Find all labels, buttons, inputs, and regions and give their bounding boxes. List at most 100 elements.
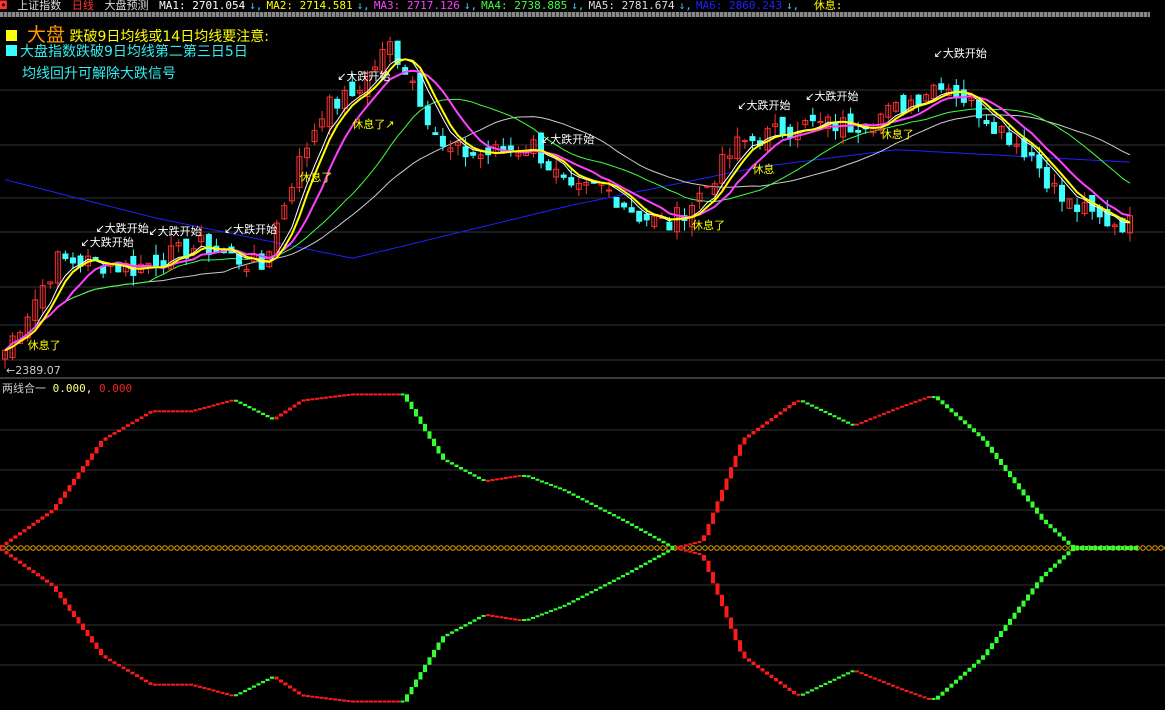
upper-line-segment — [517, 474, 522, 477]
upper-line-segment — [423, 423, 427, 432]
lower-line-segment — [1134, 546, 1138, 548]
lower-line-segment — [1111, 546, 1116, 548]
lower-line-segment — [45, 579, 49, 583]
lower-line-segment — [13, 557, 18, 561]
upper-line-segment — [351, 393, 355, 396]
upper-line-segment — [36, 519, 40, 523]
upper-line-segment — [297, 401, 301, 405]
zero-line-marker — [852, 545, 858, 551]
upper-line-segment — [589, 502, 594, 505]
zero-line-marker — [1050, 545, 1056, 551]
lower-line-segment — [661, 552, 666, 556]
lower-line-segment — [612, 579, 616, 582]
lower-line-segment — [958, 675, 963, 680]
zero-line-marker — [918, 545, 924, 551]
lower-line-segment — [891, 684, 895, 687]
zero-line-marker — [870, 545, 876, 551]
lower-line-segment — [1066, 551, 1071, 556]
lower-line-segment — [931, 697, 936, 700]
drop-start-annotation: ↙大跌开始 — [933, 47, 987, 61]
drop-start-annotation: ↙大跌开始 — [223, 222, 278, 236]
upper-line-segment — [238, 401, 243, 404]
lower-line-segment — [9, 554, 13, 558]
lower-line-segment — [373, 700, 378, 703]
upper-line-segment — [882, 412, 886, 415]
upper-line-segment — [747, 434, 751, 438]
upper-line-segment — [67, 485, 72, 492]
zero-line-marker — [210, 545, 216, 551]
upper-line-segment — [796, 400, 801, 403]
zero-line-marker — [18, 545, 24, 551]
upper-line-segment — [927, 396, 931, 399]
upper-line-segment — [76, 472, 81, 479]
rest-annotation: 休息了 — [299, 170, 333, 184]
zero-line-marker — [642, 545, 648, 551]
lower-line-segment — [706, 560, 711, 573]
upper-line-segment — [1075, 548, 1080, 550]
lower-line-segment — [495, 615, 499, 618]
zero-line-marker — [336, 545, 342, 551]
lower-line-segment — [864, 673, 868, 676]
lower-line-segment — [31, 570, 36, 574]
upper-line-segment — [4, 541, 9, 545]
lower-line-segment — [1003, 624, 1008, 631]
upper-line-segment — [661, 540, 666, 544]
upper-line-segment — [994, 452, 999, 459]
period-label[interactable]: 日线 — [72, 0, 94, 12]
lower-line-segment — [481, 614, 486, 617]
zero-line-marker — [420, 545, 426, 551]
zero-line-marker — [690, 545, 696, 551]
upper-line-segment — [463, 469, 468, 472]
lower-line-segment — [576, 597, 580, 601]
upper-line-segment — [0, 544, 4, 547]
upper-line-segment — [670, 545, 675, 548]
lower-line-segment — [166, 683, 171, 686]
upper-line-segment — [225, 400, 229, 403]
upper-line-segment — [58, 497, 63, 505]
upper-line-segment — [54, 504, 58, 511]
rest-annotation: 休息 — [752, 162, 775, 176]
upper-line-segment — [301, 399, 306, 402]
lower-line-segment — [234, 694, 238, 697]
lower-line-segment — [193, 684, 198, 687]
upper-line-segment — [832, 415, 837, 418]
lower-line-segment — [522, 619, 526, 622]
lower-line-segment — [711, 572, 715, 584]
upper-line-segment — [616, 516, 621, 519]
zero-line-marker — [546, 545, 552, 551]
zero-line-marker — [432, 545, 438, 551]
upper-line-segment — [544, 482, 549, 485]
zero-line-marker — [222, 545, 228, 551]
zero-line-marker — [636, 545, 642, 551]
zero-line-marker — [270, 545, 276, 551]
lower-line-segment — [409, 686, 414, 695]
zero-line-marker — [900, 545, 906, 551]
lower-line-segment — [517, 619, 522, 622]
zero-line-marker — [528, 545, 534, 551]
lower-line-segment — [369, 700, 373, 703]
lower-line-segment — [414, 679, 418, 687]
zero-line-marker — [282, 545, 288, 551]
lower-line-segment — [801, 693, 805, 696]
upper-line-segment — [121, 426, 126, 430]
upper-line-segment — [1098, 548, 1102, 550]
upper-line-segment — [837, 417, 841, 420]
lower-line-segment — [526, 618, 531, 621]
zero-line-marker — [558, 545, 564, 551]
lower-line-segment — [688, 550, 693, 553]
lower-line-segment — [1021, 600, 1026, 607]
upper-line-segment — [396, 393, 400, 396]
lower-line-segment — [1102, 546, 1107, 548]
lower-line-segment — [67, 604, 72, 611]
zero-line-marker — [42, 545, 48, 551]
upper-line-segment — [904, 404, 909, 407]
lower-line-segment — [972, 663, 976, 668]
upper-line-segment — [909, 402, 913, 405]
upper-line-segment — [733, 455, 738, 468]
upper-line-segment — [1048, 524, 1053, 529]
upper-line-segment — [333, 395, 337, 398]
ma-value-1: MA1: 2701.054 — [159, 0, 246, 12]
lower-line-segment — [81, 623, 85, 630]
menu-icon[interactable]: ◘ — [0, 0, 7, 12]
upper-line-segment — [31, 522, 36, 526]
